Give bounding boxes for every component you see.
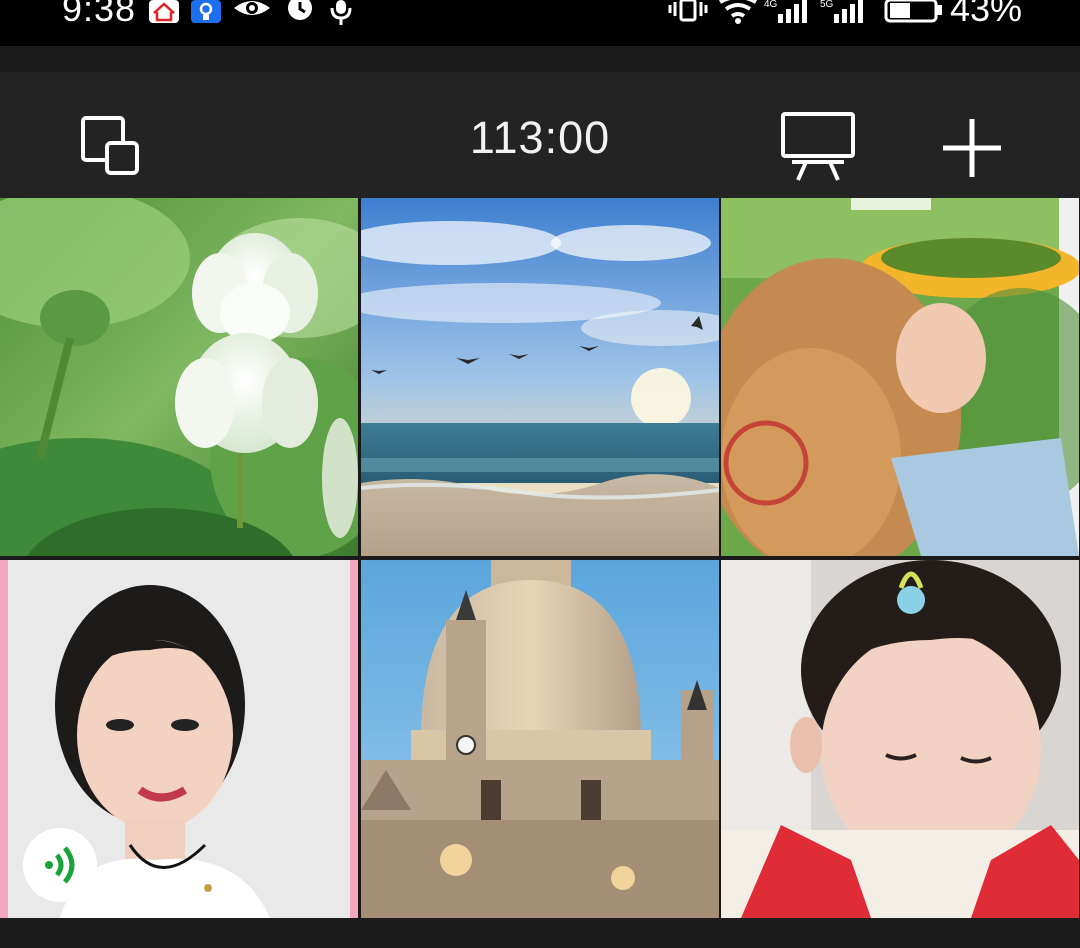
svg-text:5G: 5G — [820, 0, 834, 10]
tile-woman-portrait[interactable] — [0, 560, 358, 918]
eye-icon — [234, 1, 270, 15]
svg-text:4G: 4G — [764, 0, 778, 10]
status-time: 9:38 — [62, 0, 137, 29]
bottom-bar — [0, 918, 1080, 948]
vibrate-icon — [668, 0, 708, 22]
mic-icon — [330, 0, 352, 25]
speaking-indicator — [23, 828, 97, 902]
tile-toddler[interactable] — [721, 560, 1079, 918]
meeting-timer: 113:00 — [469, 112, 611, 163]
signal-5g-icon: 5G — [820, 0, 863, 23]
add-button[interactable] — [934, 110, 1010, 186]
toddler-photo — [721, 560, 1079, 918]
sea-photo — [361, 198, 719, 556]
speaking-icon — [45, 846, 75, 884]
header-spacer — [0, 46, 1080, 72]
add-icon — [943, 119, 1001, 177]
battery-percent: 43% — [949, 0, 1022, 29]
video-grid — [0, 198, 1080, 918]
screen-share-icon — [781, 112, 855, 181]
screen-share-button[interactable] — [776, 106, 860, 186]
girl-sunflower-photo — [721, 198, 1079, 556]
lotus-photo — [0, 198, 358, 556]
status-bar: 9:38 4G 5G 43% — [0, 0, 1080, 46]
alarm-icon — [288, 0, 312, 20]
cathedral-photo — [361, 560, 719, 918]
tile-sea-sunset[interactable] — [361, 198, 719, 556]
battery-icon — [884, 0, 942, 23]
bulb-app-icon — [191, 0, 221, 23]
home-app-icon — [149, 0, 179, 23]
wifi-icon — [719, 0, 757, 24]
signal-4g-icon: 4G — [764, 0, 807, 23]
tile-white-lotus[interactable] — [0, 198, 358, 556]
tile-cathedral-dome[interactable] — [361, 560, 719, 918]
tile-girl-sunflower[interactable] — [721, 198, 1079, 556]
meeting-toolbar: 113:00 — [0, 72, 1080, 198]
